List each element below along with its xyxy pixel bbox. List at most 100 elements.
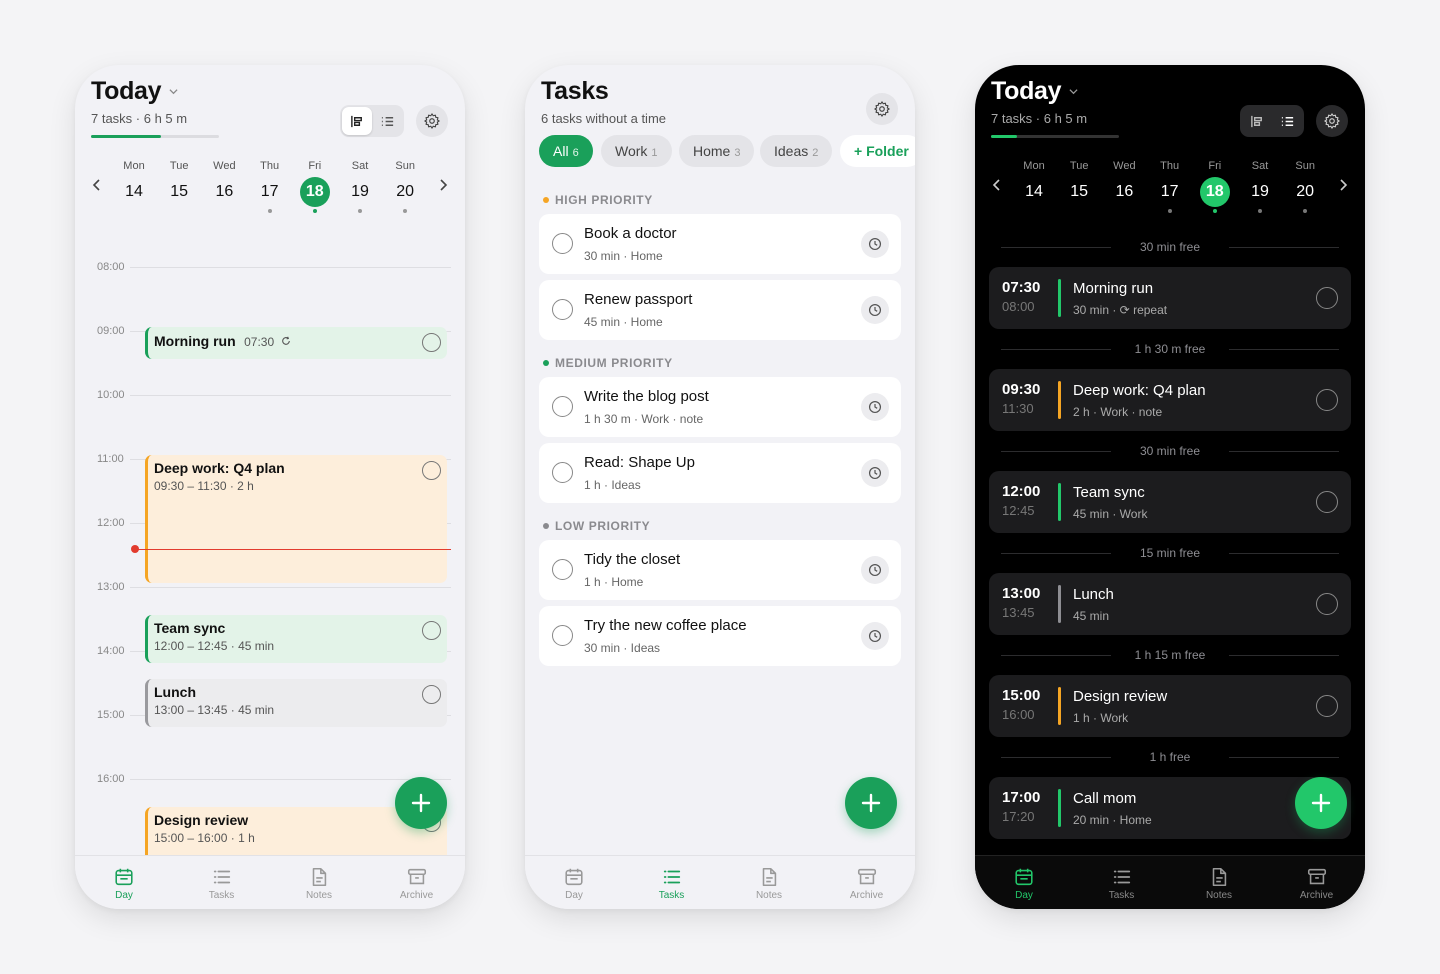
tab-notes[interactable]: Notes [274, 866, 364, 901]
next-week-icon[interactable] [436, 178, 450, 192]
complete-checkbox[interactable] [1316, 593, 1338, 615]
tab-tasks[interactable]: Tasks [1077, 866, 1167, 901]
day-mon[interactable]: Mon 14 [112, 159, 156, 213]
hour-label: 14:00 [97, 645, 128, 657]
day-task-card[interactable]: 15:00 16:00 Design review 1 h · Work [989, 675, 1351, 737]
day-sat[interactable]: Sat 19 [1238, 159, 1282, 213]
event-team-sync[interactable]: Team sync 12:00 – 12:45 · 45 min [145, 615, 447, 663]
day-task-card[interactable]: 12:00 12:45 Team sync 45 min · Work [989, 471, 1351, 533]
add-task-button[interactable] [395, 777, 447, 829]
day-task-card[interactable]: 13:00 13:45 Lunch 45 min [989, 573, 1351, 635]
day-tue[interactable]: Tue 15 [1057, 159, 1101, 213]
hour-gridline [130, 779, 451, 780]
date-number: 18 [299, 177, 330, 207]
settings-button[interactable] [416, 105, 448, 137]
day-sun[interactable]: Sun 20 [1283, 159, 1327, 213]
day-sun[interactable]: Sun 20 [383, 159, 427, 213]
task-card[interactable]: Read: Shape Up 1 h · Ideas [539, 443, 901, 503]
settings-button[interactable] [1316, 105, 1348, 137]
archive-icon [1307, 868, 1326, 885]
complete-checkbox[interactable] [552, 233, 573, 254]
day-tue[interactable]: Tue 15 [157, 159, 201, 213]
tab-archive[interactable]: Archive [822, 866, 912, 901]
tab-notes[interactable]: Notes [1174, 866, 1264, 901]
list-view-button[interactable] [1272, 107, 1302, 135]
chevron-down-icon [169, 89, 178, 95]
complete-checkbox[interactable] [552, 625, 573, 646]
schedule-button[interactable] [861, 393, 889, 421]
filter-chip-home[interactable]: Home 3 [679, 135, 755, 167]
settings-button[interactable] [866, 93, 898, 125]
tab-day[interactable]: Day [529, 866, 619, 901]
add-folder-chip[interactable]: + Folder [840, 135, 915, 167]
complete-checkbox[interactable] [422, 685, 441, 704]
day-fri[interactable]: Fri 18 [293, 159, 337, 213]
tab-label: Archive [1299, 890, 1334, 901]
complete-checkbox[interactable] [422, 333, 441, 352]
complete-checkbox[interactable] [1316, 695, 1338, 717]
task-card[interactable]: Write the blog post 1 h 30 m · Work · not… [539, 377, 901, 437]
next-week-icon[interactable] [1336, 178, 1350, 192]
task-meta: 1 h · Ideas [584, 478, 641, 492]
day-mon[interactable]: Mon 14 [1012, 159, 1056, 213]
weekday-label: Wed [213, 160, 236, 172]
task-meta: 20 min · Home [1073, 813, 1152, 827]
schedule-button[interactable] [861, 622, 889, 650]
start-time: 17:00 [1002, 789, 1041, 806]
filter-chip-ideas[interactable]: Ideas 2 [760, 135, 833, 167]
day-title[interactable]: Today [991, 77, 1078, 106]
task-card[interactable]: Book a doctor 30 min · Home [539, 214, 901, 274]
event-deep-work[interactable]: Deep work: Q4 plan 09:30 – 11:30 · 2 h [145, 455, 447, 583]
schedule-button[interactable] [861, 296, 889, 324]
complete-checkbox[interactable] [552, 559, 573, 580]
day-sat[interactable]: Sat 19 [338, 159, 382, 213]
day-fri[interactable]: Fri 18 [1193, 159, 1237, 213]
event-morning-run[interactable]: Morning run 07:30 [145, 327, 447, 359]
complete-checkbox[interactable] [552, 396, 573, 417]
tab-tasks[interactable]: Tasks [627, 866, 717, 901]
tab-tasks[interactable]: Tasks [177, 866, 267, 901]
filter-chip-all[interactable]: All 6 [539, 135, 593, 167]
list-view-button[interactable] [372, 107, 402, 135]
hour-gridline [130, 395, 451, 396]
task-card[interactable]: Tidy the closet 1 h · Home [539, 540, 901, 600]
day-task-card[interactable]: 07:30 08:00 Morning run 30 min · ⟳ repeat [989, 267, 1351, 329]
day-thu[interactable]: Thu 17 [248, 159, 292, 213]
filter-chip-work[interactable]: Work 1 [601, 135, 672, 167]
prev-week-icon[interactable] [90, 178, 104, 192]
tab-day[interactable]: Day [79, 866, 169, 901]
day-title[interactable]: Today [91, 77, 178, 106]
timeline[interactable]: 07:0008:0009:0010:0011:0012:0013:0014:00… [75, 217, 465, 855]
day-thu[interactable]: Thu 17 [1148, 159, 1192, 213]
complete-checkbox[interactable] [552, 462, 573, 483]
priority-dot [543, 197, 549, 203]
task-indicator-dot [132, 209, 136, 213]
complete-checkbox[interactable] [552, 299, 573, 320]
tab-archive[interactable]: Archive [372, 866, 462, 901]
complete-checkbox[interactable] [1316, 287, 1338, 309]
complete-checkbox[interactable] [1316, 389, 1338, 411]
timeline-view-button[interactable] [1242, 107, 1272, 135]
day-wed[interactable]: Wed 16 [1102, 159, 1146, 213]
event-lunch[interactable]: Lunch 13:00 – 13:45 · 45 min [145, 679, 447, 727]
day-task-card[interactable]: 09:30 11:30 Deep work: Q4 plan 2 h · Work ·… [989, 369, 1351, 431]
weekday-label: Sun [1295, 160, 1315, 172]
tab-day[interactable]: Day [979, 866, 1069, 901]
complete-checkbox[interactable] [422, 461, 441, 480]
task-card[interactable]: Renew passport 45 min · Home [539, 280, 901, 340]
schedule-button[interactable] [861, 556, 889, 584]
add-task-button[interactable] [845, 777, 897, 829]
tab-notes[interactable]: Notes [724, 866, 814, 901]
day-wed[interactable]: Wed 16 [202, 159, 246, 213]
prev-week-icon[interactable] [990, 178, 1004, 192]
date-number: 17 [260, 183, 279, 200]
complete-checkbox[interactable] [1316, 491, 1338, 513]
schedule-button[interactable] [861, 459, 889, 487]
schedule-button[interactable] [861, 230, 889, 258]
tab-archive[interactable]: Archive [1272, 866, 1362, 901]
task-card[interactable]: Try the new coffee place 30 min · Ideas [539, 606, 901, 666]
end-time: 11:30 [1002, 401, 1034, 416]
timeline-view-button[interactable] [342, 107, 372, 135]
complete-checkbox[interactable] [422, 621, 441, 640]
add-task-button[interactable] [1295, 777, 1347, 829]
